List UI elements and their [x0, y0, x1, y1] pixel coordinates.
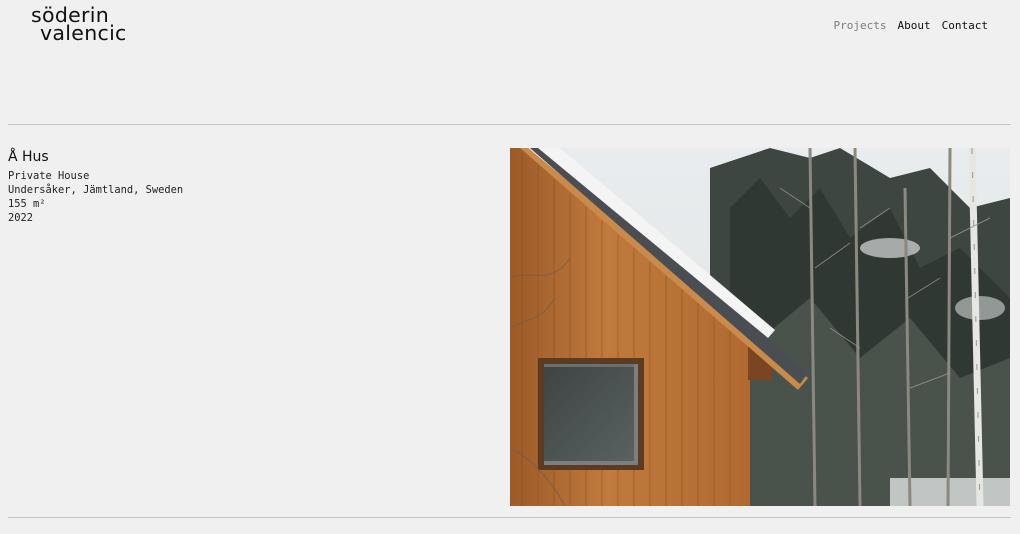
divider-bottom [8, 517, 1011, 518]
site-logo[interactable]: söderin valencic [31, 5, 127, 45]
logo-line-2: valencic [40, 21, 127, 45]
nav-contact[interactable]: Contact [942, 19, 988, 32]
project-type: Private House [8, 170, 90, 182]
project-meta: Private House Undersåker, Jämtland, Swed… [8, 169, 183, 225]
project-area: 155 m² [8, 198, 46, 210]
project-location: Undersåker, Jämtland, Sweden [8, 184, 184, 196]
project-image[interactable] [510, 148, 1010, 506]
divider-top [8, 124, 1011, 125]
main-nav: Projects About Contact [834, 19, 988, 32]
project-year: 2022 [8, 212, 34, 224]
nav-projects[interactable]: Projects [834, 19, 887, 32]
nav-about[interactable]: About [898, 19, 931, 32]
project-title[interactable]: Å Hus [8, 149, 49, 165]
